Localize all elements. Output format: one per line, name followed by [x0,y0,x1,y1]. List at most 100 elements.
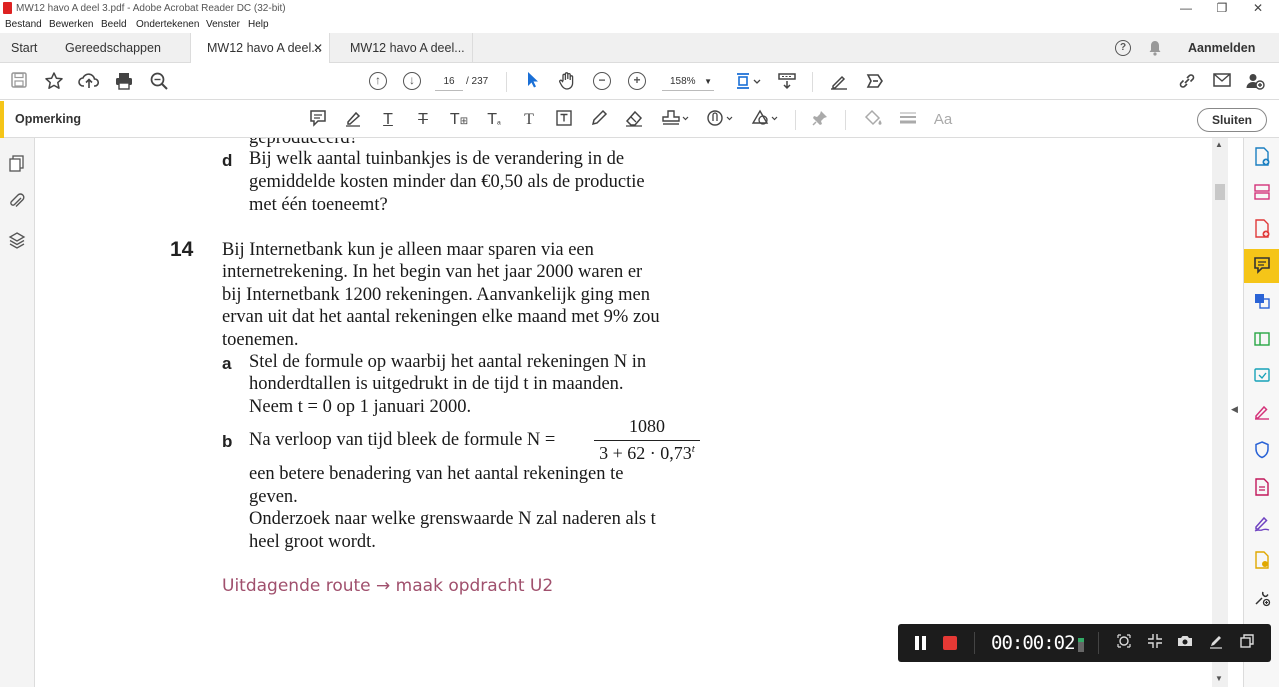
menu-beeld[interactable]: Beeld [101,19,127,30]
scroll-up-icon[interactable]: ▲ [1215,140,1223,149]
tab-document-2[interactable]: MW12 havo A deel... [350,33,465,63]
help-icon[interactable]: ? [1115,40,1131,56]
scroll-down-icon[interactable]: ▼ [1215,674,1223,683]
save-icon[interactable] [8,71,30,93]
combine-files-icon[interactable] [1252,292,1272,312]
star-icon[interactable] [43,71,65,93]
export-pdf-icon[interactable] [1252,147,1272,167]
tab-bar: Start Gereedschappen MW12 havo A deel...… [0,33,1279,64]
text-box-icon[interactable] [553,109,575,131]
menu-ondertekenen[interactable]: Ondertekenen [136,19,199,30]
layers-icon[interactable] [8,231,26,249]
restore-button[interactable]: ❐ [1205,0,1239,17]
select-cursor-icon[interactable] [521,71,543,93]
more-tools-icon[interactable] [1252,589,1272,609]
tab-start[interactable]: Start [11,33,37,63]
menu-bestand[interactable]: Bestand [5,19,42,30]
send-for-review-icon[interactable] [1252,551,1272,571]
question-d-line-3: met één toeneemt? [249,195,388,215]
request-signature-icon[interactable] [1252,515,1272,535]
right-tools-pane [1243,138,1279,687]
hand-tool-icon[interactable] [556,71,578,93]
doc-previous-line: geproduceerd? [249,138,358,148]
question-a-letter: a [222,354,232,373]
fill-sign-icon[interactable] [1252,403,1272,423]
window-toggle-icon[interactable] [1237,633,1257,653]
formula-numerator: 1080 [629,416,665,436]
bell-icon[interactable] [1148,40,1162,56]
previous-page-icon[interactable]: ↑ [369,72,387,90]
zoom-out-icon[interactable]: − [593,72,611,90]
scrollbar-thumb[interactable] [1215,184,1225,200]
pin-icon[interactable] [809,109,831,131]
tab-close-icon[interactable]: ✕ [313,33,323,63]
add-user-icon[interactable] [1244,71,1266,93]
print-icon[interactable] [113,71,135,93]
font-size-icon[interactable]: Aa [932,109,954,131]
vertical-scrollbar[interactable]: ▲ ▼ [1212,138,1228,687]
question-intro-line-3: bij Internetbank 1200 rekeningen. Aanvan… [222,285,650,305]
zoom-select[interactable]: 158% ▼ [662,73,714,91]
highlight-icon[interactable] [342,109,364,131]
search-icon[interactable] [148,71,170,93]
send-sign-icon[interactable] [864,71,886,93]
strikethrough-text-icon[interactable]: T [412,109,434,131]
zoom-in-icon[interactable]: + [628,72,646,90]
eraser-icon[interactable] [623,109,645,131]
organize-pages-icon[interactable] [1252,183,1272,203]
export-images-icon[interactable] [1252,366,1272,386]
menu-bewerken[interactable]: Bewerken [49,19,93,30]
menu-bar: Bestand Bewerken Beeld Ondertekenen Vens… [0,17,1279,33]
add-text-icon[interactable]: T [518,109,540,131]
main-toolbar: ↑ ↓ 16 / 237 − + 158% ▼ [0,63,1279,100]
toolbar-divider [845,110,846,130]
page-number-input[interactable]: 16 [435,73,463,91]
insert-text-icon[interactable]: Tₐ [483,109,505,131]
menu-help[interactable]: Help [248,19,269,30]
acrobat-window: MW12 havo A deel 3.pdf - Adobe Acrobat R… [0,0,1279,687]
menu-venster[interactable]: Venster [206,19,240,30]
attach-file-icon[interactable] [705,109,735,131]
prepare-form-icon[interactable] [1252,478,1272,498]
protect-shield-icon[interactable] [1252,441,1272,461]
comment-tool-icon[interactable] [1252,256,1272,276]
edit-pdf-icon[interactable] [1252,330,1272,350]
close-comment-button[interactable]: Sluiten [1197,108,1267,132]
pause-icon[interactable] [915,636,927,650]
webcam-icon[interactable] [1114,633,1134,653]
shapes-icon[interactable] [750,109,780,131]
next-page-icon[interactable]: ↓ [403,72,421,90]
question-d-line-1: Bij welk aantal tuinbankjes is de verand… [249,149,625,169]
document-view[interactable]: geproduceerd? d Bij welk aantal tuinbank… [36,138,1212,687]
sign-in-link[interactable]: Aanmelden [1188,33,1255,63]
line-width-icon[interactable] [897,109,919,131]
minimize-button[interactable]: — [1169,0,1203,17]
page-fit-icon[interactable] [733,71,763,93]
page-thumbnails-icon[interactable] [8,155,26,173]
attachments-paperclip-icon[interactable] [8,192,26,210]
sign-pen-icon[interactable] [828,71,850,93]
create-pdf-icon[interactable] [1252,219,1272,239]
email-icon[interactable] [1211,71,1233,93]
close-window-button[interactable]: ✕ [1241,0,1275,17]
scroll-mode-icon[interactable] [776,71,798,93]
underline-text-icon[interactable]: T [377,109,399,131]
fill-color-icon[interactable] [862,109,884,131]
tab-document-active[interactable]: MW12 havo A deel... ✕ [190,33,330,64]
draw-pen-icon[interactable] [1206,633,1226,653]
stamp-icon[interactable] [661,109,691,131]
upload-cloud-icon[interactable] [78,71,100,93]
question-d-letter: d [222,151,233,170]
screen-recorder-widget: 00:00:02 [898,624,1271,662]
minimize-recorder-icon[interactable] [1145,633,1165,653]
question-intro-line-2: internetrekening. In het begin van het j… [222,262,643,282]
share-link-icon[interactable] [1176,71,1198,93]
sticky-note-icon[interactable] [307,109,329,131]
camera-icon[interactable] [1175,633,1195,653]
collapse-right-pane-icon[interactable]: ◀ [1231,404,1238,415]
tab-tools[interactable]: Gereedschappen [65,33,161,63]
pencil-icon[interactable] [588,109,610,131]
replace-text-icon[interactable]: T⊞ [448,109,470,131]
stop-record-icon[interactable] [943,636,957,650]
formula-denominator-base: 3 + 62 · 0,73 [599,443,692,463]
